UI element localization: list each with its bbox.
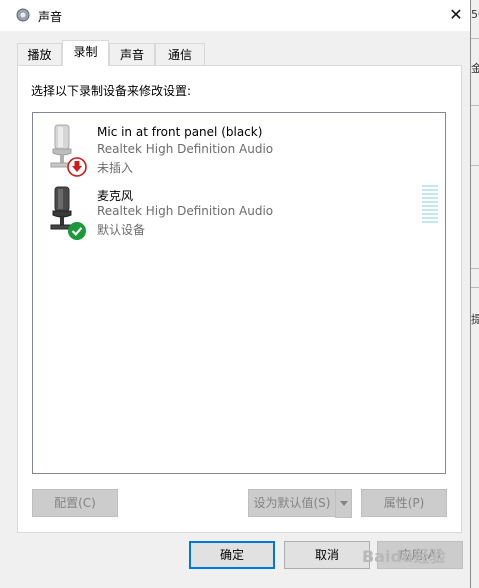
- window-title: 声音: [38, 10, 63, 24]
- device-name: Mic in at front panel (black): [97, 125, 263, 139]
- device-driver: Realtek High Definition Audio: [97, 204, 274, 218]
- background-divider: [471, 38, 479, 39]
- green-check-icon: [68, 222, 86, 240]
- device-status: 未插入: [97, 161, 134, 175]
- tab-playback[interactable]: 播放: [17, 43, 62, 65]
- red-down-arrow-icon: [67, 157, 87, 177]
- sound-dialog: 声音 ✕ 播放 录制 声音 通信 选择以下录制设备来修改设置: Mic in a…: [0, 0, 471, 588]
- set-default-button[interactable]: 设为默认值(S): [248, 489, 336, 517]
- configure-button[interactable]: 配置(C): [32, 489, 118, 517]
- device-name: 麦克风: [97, 189, 134, 203]
- background-divider: [471, 165, 479, 166]
- list-item-device[interactable]: Mic in at front panel (black) Realtek Hi…: [33, 123, 443, 183]
- title-bar[interactable]: 声音 ✕: [0, 0, 470, 31]
- device-status: 默认设备: [97, 223, 146, 237]
- set-default-dropdown-button[interactable]: [335, 489, 352, 518]
- device-driver: Realtek High Definition Audio: [97, 142, 274, 156]
- background-divider: [471, 105, 479, 106]
- background-divider: [471, 268, 479, 269]
- close-icon: ✕: [449, 5, 463, 24]
- cancel-button[interactable]: 取消: [284, 541, 370, 569]
- device-list[interactable]: Mic in at front panel (black) Realtek Hi…: [32, 112, 446, 474]
- background-text-fragment: 5G: [471, 8, 479, 21]
- tab-recording[interactable]: 录制: [62, 40, 109, 66]
- ok-button[interactable]: 确定: [189, 541, 275, 569]
- level-meter: [422, 185, 438, 223]
- tab-sounds[interactable]: 声音: [109, 43, 155, 65]
- background-text-fragment: 金: [471, 62, 479, 75]
- tab-communications[interactable]: 通信: [155, 43, 205, 65]
- close-button[interactable]: ✕: [444, 3, 468, 27]
- background-divider: [471, 287, 479, 288]
- background-window-edge: 5G 金 提: [471, 0, 479, 588]
- background-text-fragment: 提: [471, 313, 479, 326]
- instruction-text: 选择以下录制设备来修改设置:: [31, 84, 192, 98]
- speaker-app-icon: [16, 8, 30, 22]
- list-item-device[interactable]: 麦克风 Realtek High Definition Audio 默认设备: [33, 185, 443, 245]
- properties-button[interactable]: 属性(P): [361, 489, 447, 517]
- baidu-watermark: Baidu经验: [362, 547, 446, 566]
